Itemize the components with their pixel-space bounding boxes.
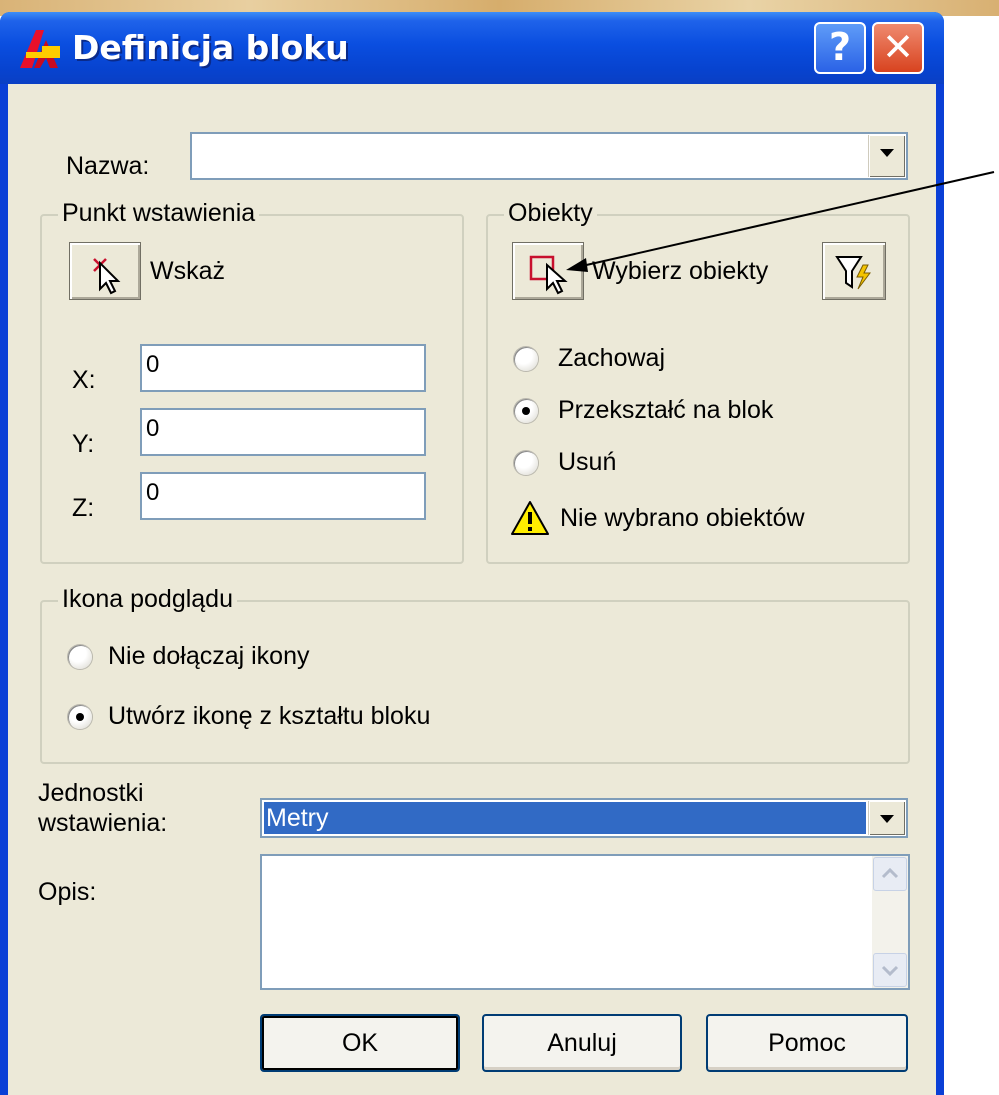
- scroll-up-button[interactable]: [873, 857, 907, 891]
- insert-units-label-line2: wstawienia:: [38, 809, 168, 837]
- select-objects-label: Wybierz obiekty: [592, 257, 769, 285]
- pick-point-icon: [93, 258, 121, 295]
- select-objects-button[interactable]: [512, 242, 584, 300]
- insert-units-combobox[interactable]: Metry: [260, 798, 908, 838]
- z-label: Z:: [72, 494, 95, 522]
- y-value: 0: [146, 415, 160, 442]
- z-value: 0: [146, 479, 160, 506]
- description-label: Opis:: [38, 878, 97, 906]
- close-button[interactable]: ✕: [872, 22, 924, 74]
- x-coordinate-input[interactable]: 0: [140, 344, 426, 392]
- x-label: X:: [72, 366, 96, 394]
- help-icon: ?: [828, 25, 852, 69]
- create-icon-radio[interactable]: [68, 705, 92, 729]
- description-scrollbar[interactable]: [872, 856, 908, 988]
- ok-button[interactable]: OK: [260, 1014, 460, 1072]
- chevron-up-icon: [881, 867, 899, 879]
- help-button[interactable]: ?: [814, 22, 866, 74]
- convert-to-block-radio[interactable]: [514, 399, 538, 423]
- convert-to-block-label: Przekształć na blok: [558, 396, 774, 424]
- delete-radio[interactable]: [514, 451, 538, 475]
- x-value: 0: [146, 351, 160, 378]
- insertion-point-legend: Punkt wstawienia: [58, 199, 260, 228]
- title-bar[interactable]: Definicja bloku ? ✕: [0, 12, 944, 84]
- autocad-logo-icon: [20, 30, 60, 68]
- block-definition-dialog: Definicja bloku ? ✕ Nazwa: Punkt wstawie…: [0, 12, 944, 1095]
- no-icon-label: Nie dołączaj ikony: [108, 642, 310, 670]
- insert-units-label-line1: Jednostki: [38, 779, 144, 807]
- y-coordinate-input[interactable]: 0: [140, 408, 426, 456]
- quick-select-filter-icon: [835, 256, 871, 290]
- select-objects-icon: [529, 255, 568, 295]
- insert-units-value: Metry: [264, 802, 866, 834]
- name-combobox[interactable]: [190, 132, 908, 180]
- create-icon-label: Utwórz ikonę z kształtu bloku: [108, 702, 431, 730]
- close-icon: ✕: [882, 25, 914, 69]
- retain-radio[interactable]: [514, 347, 538, 371]
- chevron-down-icon: [881, 965, 899, 977]
- pick-point-label: Wskaż: [150, 257, 225, 285]
- warning-icon: [511, 501, 549, 535]
- units-dropdown-button[interactable]: [868, 801, 905, 835]
- preview-icon-legend: Ikona podglądu: [58, 585, 237, 614]
- dialog-body: Nazwa: Punkt wstawienia Wskaż X: 0 Y: 0 …: [8, 84, 936, 1095]
- no-objects-warning: Nie wybrano obiektów: [560, 504, 805, 532]
- preview-icon-group: Ikona podglądu Nie dołączaj ikony Utwórz…: [40, 585, 910, 764]
- no-icon-radio[interactable]: [68, 645, 92, 669]
- scroll-down-button[interactable]: [873, 953, 907, 987]
- cancel-button[interactable]: Anuluj: [482, 1014, 682, 1072]
- delete-label: Usuń: [558, 448, 617, 476]
- dialog-title: Definicja bloku: [72, 28, 349, 67]
- description-textarea[interactable]: [260, 854, 910, 990]
- pick-point-button[interactable]: [69, 242, 141, 300]
- quick-select-button[interactable]: [822, 242, 886, 300]
- name-dropdown-button[interactable]: [868, 135, 905, 177]
- help-dialog-button[interactable]: Pomoc: [706, 1014, 908, 1072]
- z-coordinate-input[interactable]: 0: [140, 472, 426, 520]
- retain-label: Zachowaj: [558, 344, 665, 372]
- y-label: Y:: [72, 430, 95, 458]
- insertion-point-group: Punkt wstawienia Wskaż X: 0 Y: 0 Z: 0: [40, 199, 464, 564]
- insert-units-label: Jednostki wstawienia:: [38, 778, 167, 838]
- objects-legend: Obiekty: [504, 199, 597, 228]
- objects-group: Obiekty Wybierz obiekty Zachowaj Przeksz…: [486, 199, 910, 564]
- name-label: Nazwa:: [66, 152, 150, 180]
